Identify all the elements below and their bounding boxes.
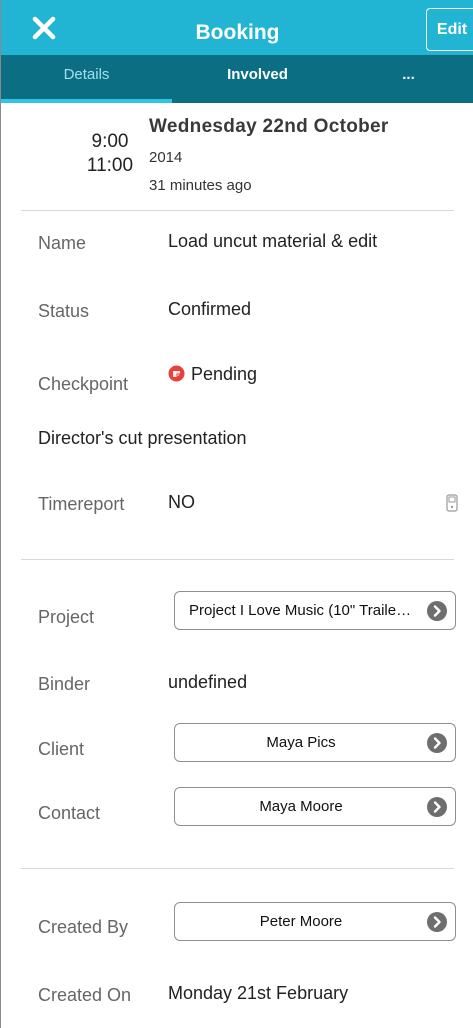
checkpoint-value[interactable]: Pending [168,364,257,385]
pending-icon [168,365,185,382]
end-time: 11:00 [86,155,134,176]
checkpoint-label: Checkpoint [38,374,129,394]
project-label: Project [38,607,95,627]
timereport-value: NO [168,492,195,512]
chevron-right-icon [427,797,447,817]
project-value: Project I Love Music (10" Trailer) (... [189,602,428,619]
divider [21,210,454,211]
name-label: Name [38,233,87,253]
created-by-label: Created By [38,917,129,937]
contact-label: Contact [38,803,101,823]
header-bar: Booking Edit [1,0,473,55]
client-selector[interactable]: Maya Pics [174,723,456,762]
created-on-label: Created On [38,985,132,1005]
chevron-right-icon [427,601,447,621]
created-on-value: Monday 21st February [168,983,349,1003]
contact-selector[interactable]: Maya Moore [174,787,456,826]
device-icon[interactable] [446,494,458,512]
name-value: Load uncut material & edit [168,231,378,251]
status-value: Confirmed [168,299,252,319]
timereport-label: Timereport [38,494,125,514]
booking-date: Wednesday 22nd October [149,116,389,137]
start-time: 9:00 [91,131,129,152]
project-selector[interactable]: Project I Love Music (10" Trailer) (... [174,591,456,630]
status-label: Status [38,301,90,321]
tab-bar: Details Involved ... [1,55,473,103]
tab-involved[interactable]: Involved [172,55,343,103]
client-label: Client [38,739,85,759]
tab-details[interactable]: Details [1,55,172,103]
created-by-value: Peter Moore [259,913,343,930]
edit-button[interactable]: Edit [426,8,473,51]
chevron-right-icon [427,912,447,932]
divider [21,868,454,869]
section-title: Director's cut presentation [38,428,247,448]
relative-time: 31 minutes ago [149,177,252,194]
contact-value: Maya Moore [259,798,343,815]
created-by-selector[interactable]: Peter Moore [174,902,456,941]
divider [21,559,454,560]
time-range: 9:00 11:00 [79,130,141,178]
booking-year: 2014 [149,149,183,166]
tab-more[interactable]: ... [343,55,473,103]
booking-panel: Booking Edit Details Involved ... 9:00 1… [0,0,473,1028]
binder-value: undefined [168,672,248,692]
binder-label: Binder [38,674,91,694]
client-value: Maya Pics [266,734,336,751]
checkpoint-status: Pending [191,364,258,384]
active-tab-indicator [1,99,172,103]
chevron-right-icon [427,733,447,753]
